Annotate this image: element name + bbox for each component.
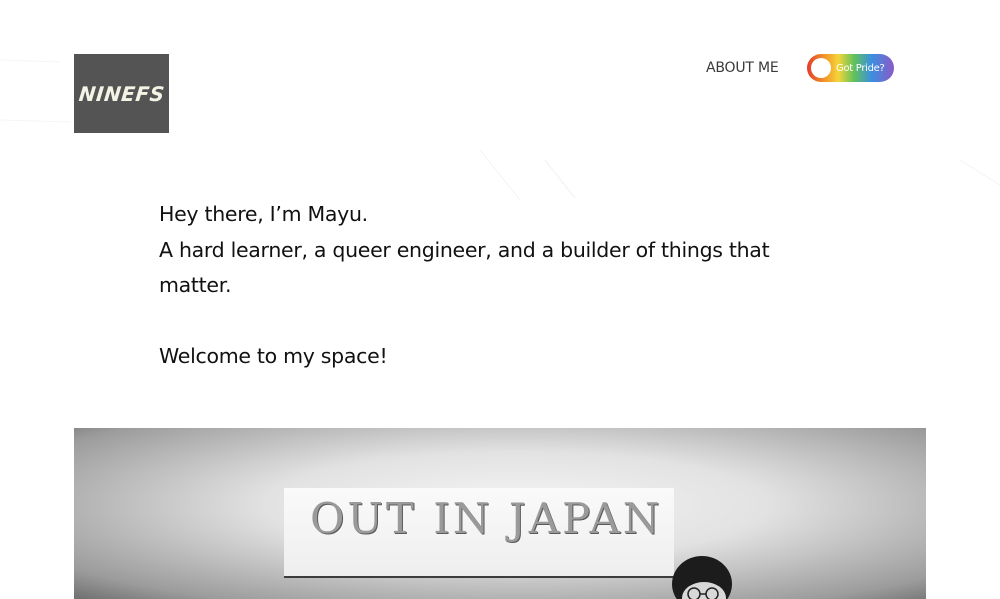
pride-toggle[interactable]: Got Pride? bbox=[807, 54, 894, 82]
intro-greeting: Hey there, I’m Mayu. bbox=[159, 202, 368, 226]
hero-photo: OUT IN JAPAN bbox=[74, 428, 926, 599]
hero-sign-text: OUT IN JAPAN bbox=[310, 494, 663, 543]
logo-text: NINEFS bbox=[77, 81, 166, 106]
toggle-knob bbox=[811, 58, 831, 78]
pride-toggle-label: Got Pride? bbox=[836, 62, 885, 74]
person-figure bbox=[672, 556, 732, 599]
intro-spacer bbox=[159, 304, 839, 340]
intro-description: A hard learner, a queer engineer, and a … bbox=[159, 237, 770, 298]
intro-welcome: Welcome to my space! bbox=[159, 344, 388, 368]
site-logo[interactable]: NINEFS bbox=[74, 54, 169, 133]
main-nav: ABOUT ME bbox=[690, 54, 779, 82]
intro-text: Hey there, I’m Mayu. A hard learner, a q… bbox=[159, 197, 839, 375]
nav-about-me-link[interactable]: ABOUT ME bbox=[706, 60, 779, 76]
